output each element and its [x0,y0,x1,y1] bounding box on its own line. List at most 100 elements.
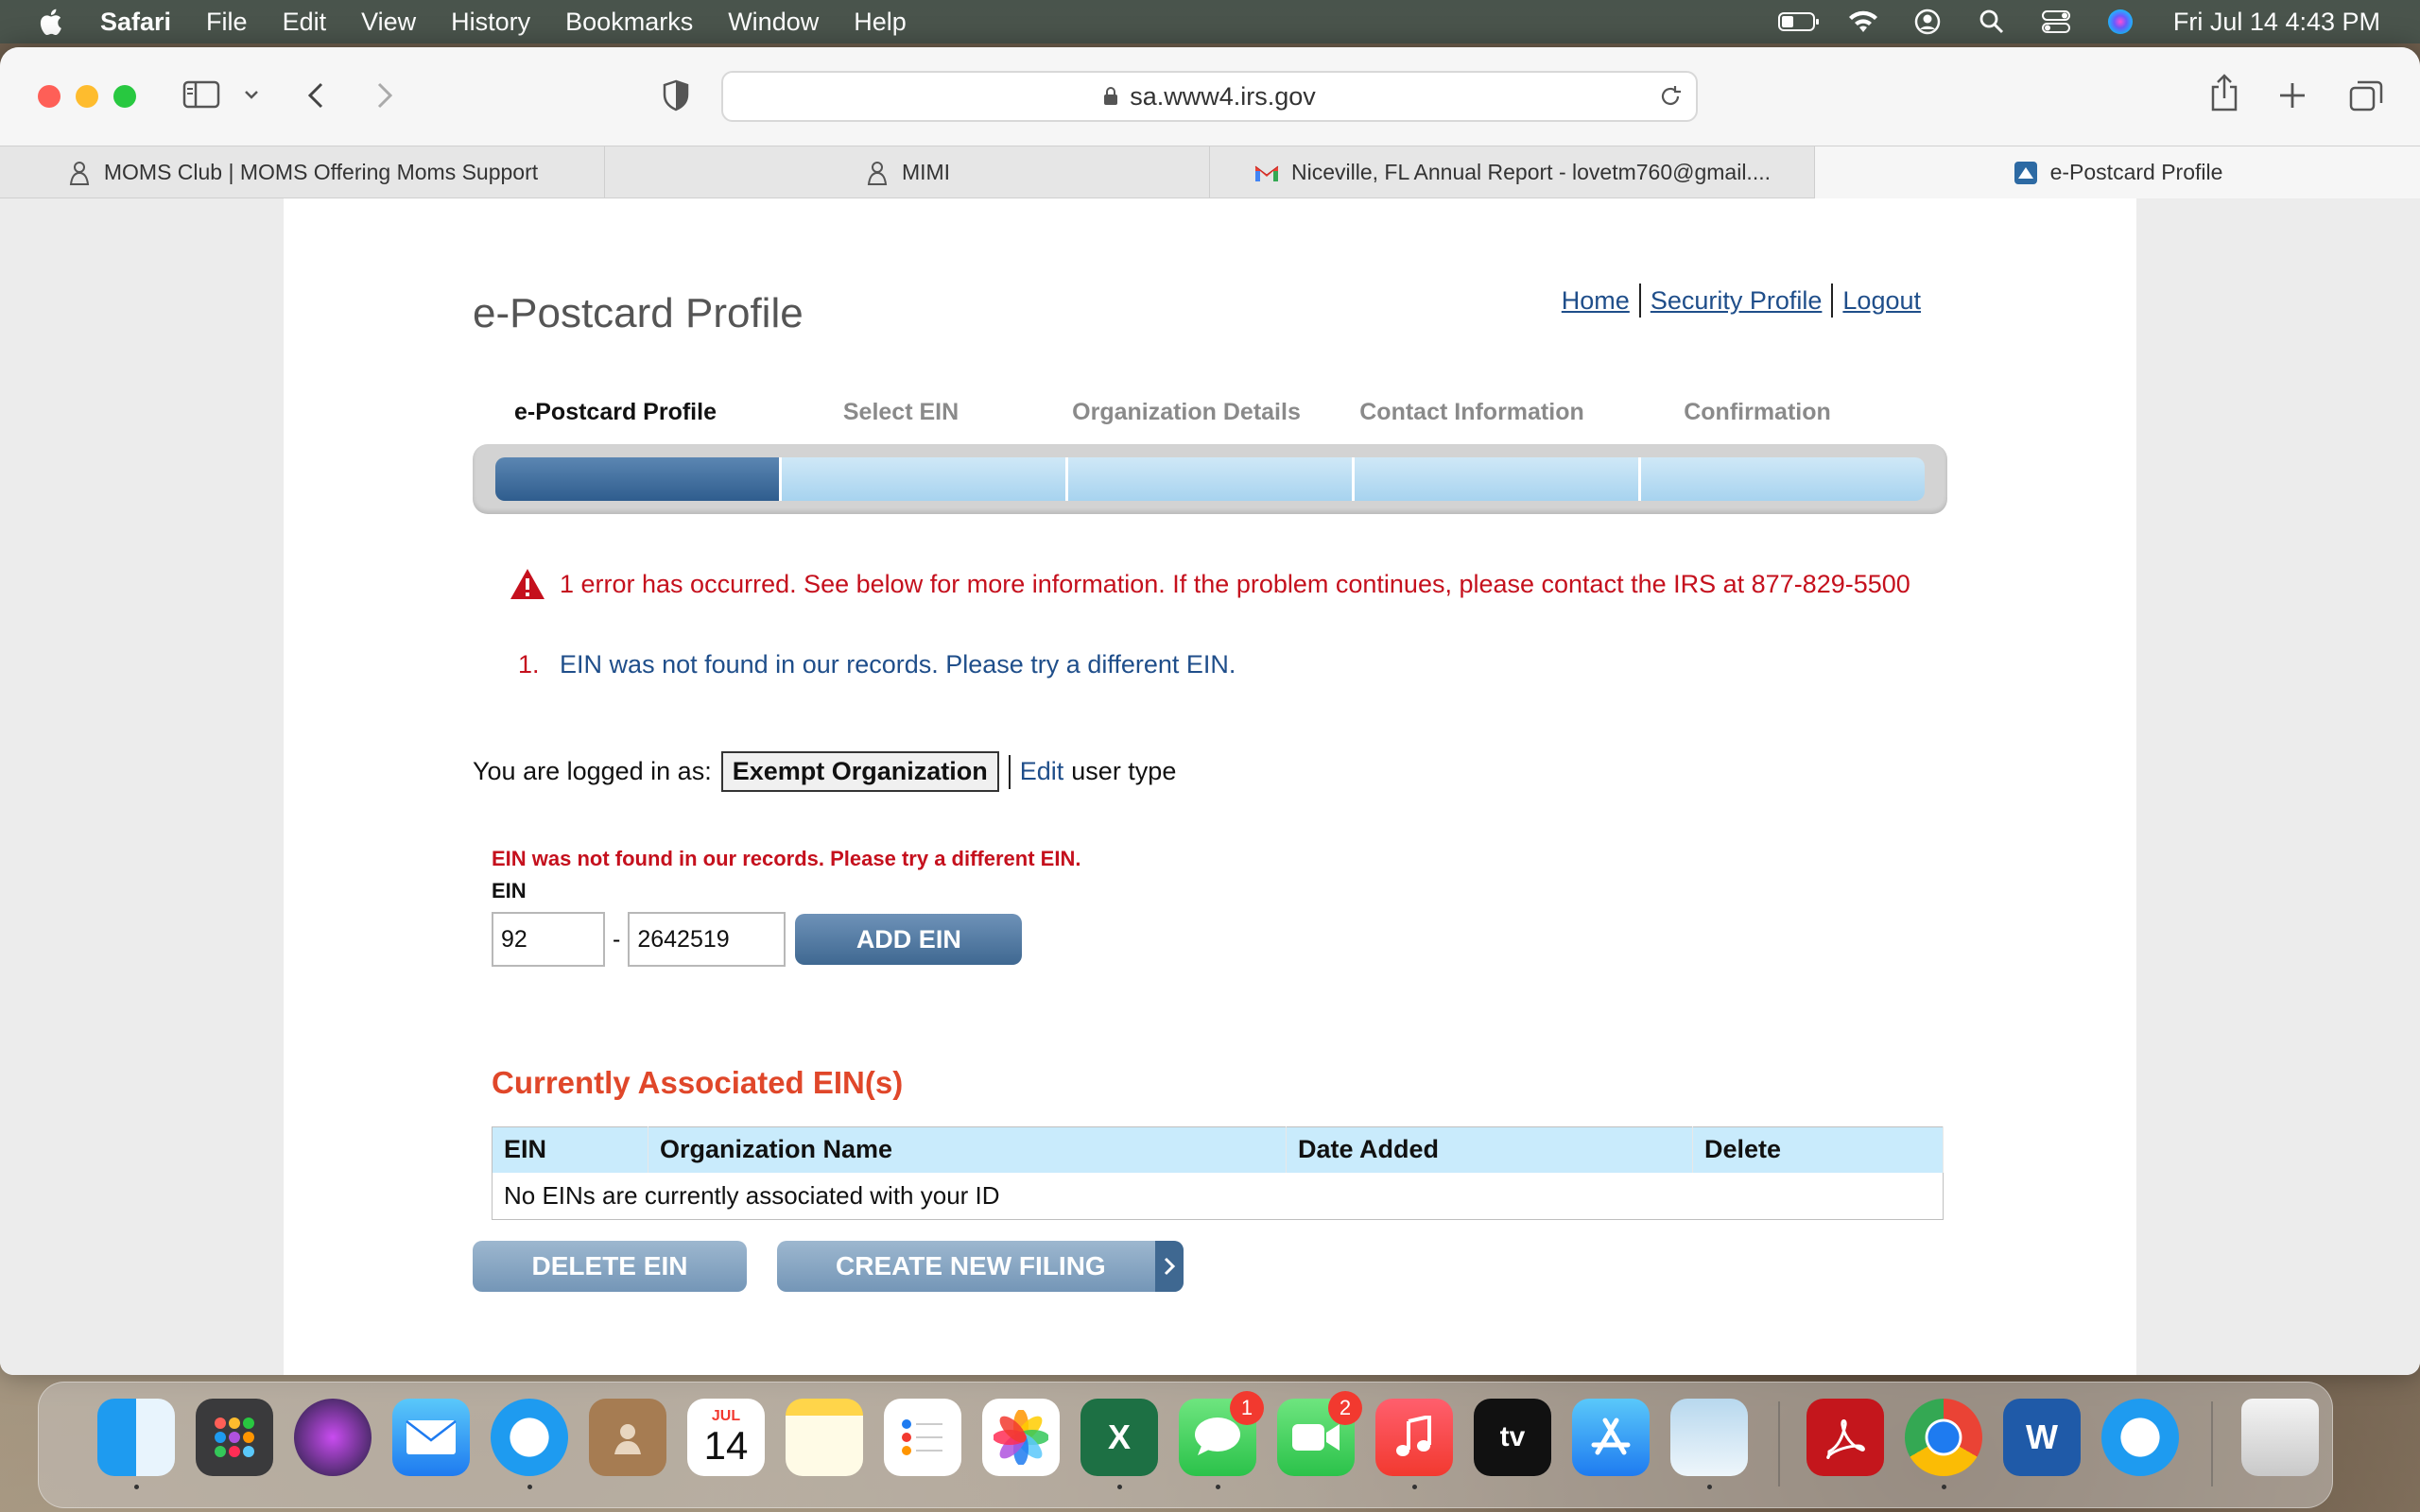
table-header-row: EIN Organization Name Date Added Delete [492,1126,1944,1173]
running-indicator [1216,1485,1220,1489]
dock-separator [2211,1401,2213,1486]
chevron-down-icon[interactable] [242,85,261,104]
reminders-icon[interactable] [884,1399,961,1476]
facetime-badge: 2 [1328,1391,1362,1425]
chevron-right-icon [1155,1241,1184,1292]
ein-dash: - [613,925,621,953]
new-tab-icon[interactable] [2278,81,2307,110]
tab-e-postcard-profile[interactable]: e-Postcard Profile [1815,146,2420,198]
running-indicator [1117,1485,1122,1489]
delete-ein-button[interactable]: DELETE EIN [473,1241,747,1292]
step-label-select-ein: Select EIN [842,399,959,425]
step-label-profile: e-Postcard Profile [514,399,717,425]
menu-edit[interactable]: Edit [283,8,327,37]
ein-field-error: EIN was not found in our records. Please… [492,847,1081,870]
logged-in-label: You are logged in as: [473,757,712,785]
error-banner-text: 1 error has occurred. See below for more… [560,569,1910,598]
excel-icon[interactable]: X [1080,1399,1158,1489]
mail-icon[interactable] [392,1399,470,1476]
launchpad-icon[interactable] [196,1399,273,1476]
tab-overview-icon[interactable] [2349,79,2383,112]
irs-eagle-icon [2014,161,2037,184]
siri-icon[interactable] [2098,7,2143,37]
wifi-icon[interactable] [1841,7,1886,37]
tab-moms-club[interactable]: MOMS Club | MOMS Offering Moms Support [0,146,605,198]
user-type-suffix: user type [1071,757,1177,785]
battery-icon[interactable] [1776,7,1822,37]
warning-icon [510,569,544,599]
calendar-icon[interactable]: JUL 14 [687,1399,765,1476]
facetime-icon[interactable]: 2 [1277,1391,1362,1476]
word-icon-label: W [2026,1418,2058,1456]
apple-tv-label: tv [1499,1421,1526,1452]
column-header-ein: EIN [492,1126,648,1173]
menu-bookmarks[interactable]: Bookmarks [565,8,693,37]
menu-history[interactable]: History [451,8,530,37]
logout-link[interactable]: Logout [1833,284,1921,318]
running-indicator [1707,1485,1712,1489]
menu-app-name[interactable]: Safari [100,8,171,37]
apple-logo-icon[interactable] [38,7,66,37]
tab-mimi[interactable]: MIMI [605,146,1210,198]
back-button-icon[interactable] [304,81,329,110]
tab-title: e-Postcard Profile [2049,160,2223,184]
messages-icon[interactable]: 1 [1179,1391,1264,1489]
ein-suffix-input[interactable] [628,912,786,967]
error-message[interactable]: EIN was not found in our records. Please… [560,650,1236,679]
tab-gmail[interactable]: Niceville, FL Annual Report - lovetm760@… [1210,146,1815,198]
share-icon[interactable] [2209,74,2239,112]
close-window-button[interactable] [38,85,60,108]
reload-icon[interactable] [1658,84,1683,109]
spotlight-search-icon[interactable] [1969,7,2014,37]
excel-icon-label: X [1107,1418,1131,1456]
forward-button-icon[interactable] [372,81,396,110]
home-link[interactable]: Home [1552,284,1641,318]
logged-in-row: You are logged in as: Exempt Organizatio… [473,751,1176,792]
progress-segment-4 [1355,457,1641,501]
trash-icon[interactable] [2241,1399,2319,1476]
menu-window[interactable]: Window [728,8,819,37]
safari-technology-preview-icon[interactable] [2101,1399,2179,1476]
finder-icon[interactable] [97,1399,175,1489]
apple-tv-icon[interactable]: tv [1474,1399,1551,1476]
menu-view[interactable]: View [361,8,416,37]
notes-icon[interactable] [786,1399,863,1476]
step-label-contact: Contact Information [1359,399,1584,425]
top-links: Home Security Profile Logout [1552,284,1921,318]
dock: JUL 14 X 1 2 tv W [38,1382,2333,1508]
tab-title: Niceville, FL Annual Report - lovetm760@… [1291,160,1771,184]
acrobat-icon[interactable] [1806,1399,1884,1476]
app-store-icon[interactable] [1572,1399,1650,1476]
privacy-shield-icon[interactable] [662,79,690,112]
edit-user-type-link[interactable]: Edit [1020,757,1064,786]
control-center-icon[interactable] [2033,7,2079,37]
safari-icon[interactable] [491,1399,568,1489]
create-new-filing-button[interactable]: CREATE NEW FILING [777,1241,1184,1292]
menu-clock[interactable]: Fri Jul 14 4:43 PM [2173,8,2380,37]
action-buttons: DELETE EIN CREATE NEW FILING [473,1241,1184,1292]
siri-app-icon[interactable] [294,1399,372,1476]
address-bar[interactable]: sa.www4.irs.gov [721,71,1698,122]
chrome-icon[interactable] [1905,1399,1982,1489]
menu-file[interactable]: File [206,8,248,37]
fullscreen-window-button[interactable] [113,85,136,108]
minimize-window-button[interactable] [76,85,98,108]
music-icon[interactable] [1375,1399,1453,1489]
menu-help[interactable]: Help [854,8,907,37]
running-indicator [1412,1485,1417,1489]
menu-bar: Safari File Edit View History Bookmarks … [0,0,2420,43]
user-account-icon[interactable] [1905,7,1950,37]
progress-segment-3 [1068,457,1355,501]
browser-toolbar: sa.www4.irs.gov [0,47,2420,146]
preview-icon[interactable] [1670,1399,1748,1489]
photos-icon[interactable] [982,1399,1060,1476]
word-icon[interactable]: W [2003,1399,2081,1476]
ein-prefix-input[interactable] [492,912,605,967]
contacts-icon[interactable] [589,1399,666,1476]
add-ein-button[interactable]: ADD EIN [795,914,1023,965]
step-label-org-details: Organization Details [1072,399,1301,425]
sidebar-toggle-icon[interactable] [182,79,222,110]
tab-title: MOMS Club | MOMS Offering Moms Support [103,160,539,184]
url-text[interactable]: sa.www4.irs.gov [1130,82,1316,112]
security-profile-link[interactable]: Security Profile [1641,284,1834,318]
